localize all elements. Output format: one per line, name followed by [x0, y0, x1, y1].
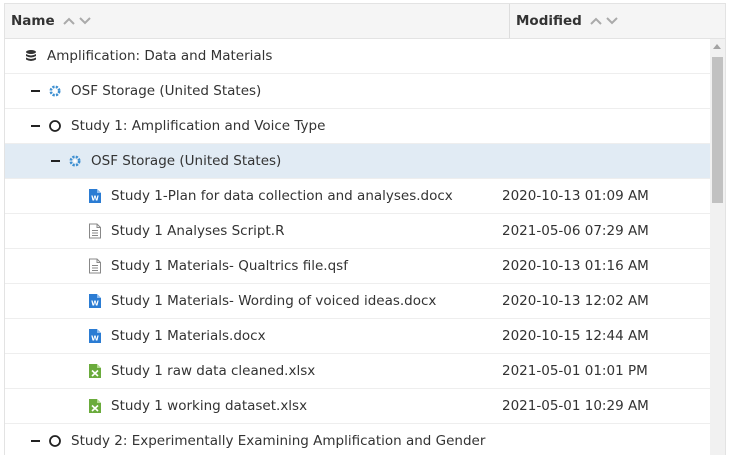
row-modified-date: 2020-10-13 12:02 AM — [502, 293, 649, 309]
collapse-toggle-icon[interactable] — [29, 120, 41, 132]
excel-file-icon — [87, 398, 103, 414]
scrollbar-thumb[interactable] — [712, 57, 723, 203]
row-label[interactable]: Study 1-Plan for data collection and ana… — [111, 188, 453, 204]
sort-ascending-icon[interactable] — [62, 13, 75, 29]
svg-text:W: W — [91, 300, 99, 308]
sort-descending-icon[interactable] — [606, 13, 618, 29]
word-file-icon: W — [87, 328, 103, 344]
row-label[interactable]: Study 1 working dataset.xlsx — [111, 398, 307, 414]
collapse-toggle-icon[interactable] — [29, 85, 41, 97]
column-divider[interactable] — [509, 4, 510, 38]
tree-row-file[interactable]: W Study 1-Plan for data collection and a… — [5, 179, 710, 214]
tree-rows: Amplification: Data and Materials OSF St… — [5, 39, 710, 455]
row-label[interactable]: Study 1 Materials- Qualtrics file.qsf — [111, 258, 348, 274]
row-name-cell: Study 1 raw data cleaned.xlsx — [87, 354, 315, 388]
row-label[interactable]: Study 1 raw data cleaned.xlsx — [111, 363, 315, 379]
name-sort-controls — [62, 13, 91, 29]
tree-row-file[interactable]: W Study 1 Materials.docx 2020-10-15 12:4… — [5, 319, 710, 354]
excel-file-icon — [87, 363, 103, 379]
database-icon — [23, 48, 39, 64]
word-file-icon: W — [87, 188, 103, 204]
sort-descending-icon[interactable] — [78, 13, 91, 29]
row-modified-date: 2021-05-01 10:29 AM — [502, 398, 649, 414]
row-name-cell: Study 2: Experimentally Examining Amplif… — [29, 424, 485, 455]
row-label[interactable]: Study 2: Experimentally Examining Amplif… — [71, 433, 485, 449]
row-modified-date: 2021-05-06 07:29 AM — [502, 223, 649, 239]
tree-row-file[interactable]: W Study 1 Materials- Wording of voiced i… — [5, 284, 710, 319]
tree-row-storage[interactable]: OSF Storage (United States) — [5, 74, 710, 109]
row-label[interactable]: Study 1: Amplification and Voice Type — [71, 118, 325, 134]
row-label[interactable]: OSF Storage (United States) — [91, 153, 281, 169]
scroll-up-arrow-icon[interactable] — [713, 44, 721, 49]
row-modified-date: 2020-10-13 01:16 AM — [502, 258, 649, 274]
tree-row-file[interactable]: Study 1 raw data cleaned.xlsx 2021-05-01… — [5, 354, 710, 389]
vertical-scrollbar[interactable] — [710, 39, 725, 455]
row-name-cell: W Study 1 Materials- Wording of voiced i… — [87, 284, 436, 318]
sort-ascending-icon[interactable] — [590, 13, 602, 29]
row-modified-date: 2020-10-13 01:09 AM — [502, 188, 649, 204]
row-label[interactable]: Study 1 Materials.docx — [111, 328, 266, 344]
row-name-cell: Study 1: Amplification and Voice Type — [29, 109, 325, 143]
row-name-cell: Study 1 Materials- Qualtrics file.qsf — [87, 249, 348, 283]
row-label[interactable]: OSF Storage (United States) — [71, 83, 261, 99]
name-column-label: Name — [11, 13, 55, 29]
text-file-icon — [87, 223, 103, 239]
svg-text:W: W — [91, 335, 99, 343]
component-circle-icon — [47, 433, 63, 449]
word-file-icon: W — [87, 293, 103, 309]
row-name-cell: W Study 1 Materials.docx — [87, 319, 266, 353]
tree-row-component[interactable]: Study 1: Amplification and Voice Type — [5, 109, 710, 144]
row-name-cell: Study 1 Analyses Script.R — [87, 214, 284, 248]
osf-storage-icon — [47, 83, 63, 99]
row-label[interactable]: Study 1 Materials- Wording of voiced ide… — [111, 293, 436, 309]
svg-text:W: W — [91, 195, 99, 203]
tree-row-component[interactable]: Study 2: Experimentally Examining Amplif… — [5, 424, 710, 455]
tree-row-file[interactable]: Study 1 working dataset.xlsx 2021-05-01 … — [5, 389, 710, 424]
tree-row-project[interactable]: Amplification: Data and Materials — [5, 39, 710, 74]
modified-column-header[interactable]: Modified — [516, 4, 618, 38]
tree-row-storage-selected[interactable]: OSF Storage (United States) — [5, 144, 710, 179]
modified-sort-controls — [590, 13, 618, 29]
row-name-cell: Amplification: Data and Materials — [23, 39, 272, 73]
row-label[interactable]: Study 1 Analyses Script.R — [111, 223, 284, 239]
tree-row-file[interactable]: Study 1 Analyses Script.R 2021-05-06 07:… — [5, 214, 710, 249]
component-circle-icon — [47, 118, 63, 134]
file-tree-grid: Name Modified Amplification: Data and Ma… — [4, 3, 726, 455]
row-modified-date: 2020-10-15 12:44 AM — [502, 328, 649, 344]
row-name-cell: Study 1 working dataset.xlsx — [87, 389, 307, 423]
name-column-header[interactable]: Name — [11, 4, 91, 38]
collapse-toggle-icon[interactable] — [29, 435, 41, 447]
grid-header: Name Modified — [5, 4, 725, 39]
row-label[interactable]: Amplification: Data and Materials — [47, 48, 272, 64]
osf-storage-icon — [67, 153, 83, 169]
tree-row-file[interactable]: Study 1 Materials- Qualtrics file.qsf 20… — [5, 249, 710, 284]
row-name-cell: OSF Storage (United States) — [29, 74, 261, 108]
row-name-cell: W Study 1-Plan for data collection and a… — [87, 179, 453, 213]
row-modified-date: 2021-05-01 01:01 PM — [502, 363, 648, 379]
modified-column-label: Modified — [516, 13, 582, 29]
row-name-cell: OSF Storage (United States) — [49, 144, 281, 178]
collapse-toggle-icon[interactable] — [49, 155, 61, 167]
text-file-icon — [87, 258, 103, 274]
